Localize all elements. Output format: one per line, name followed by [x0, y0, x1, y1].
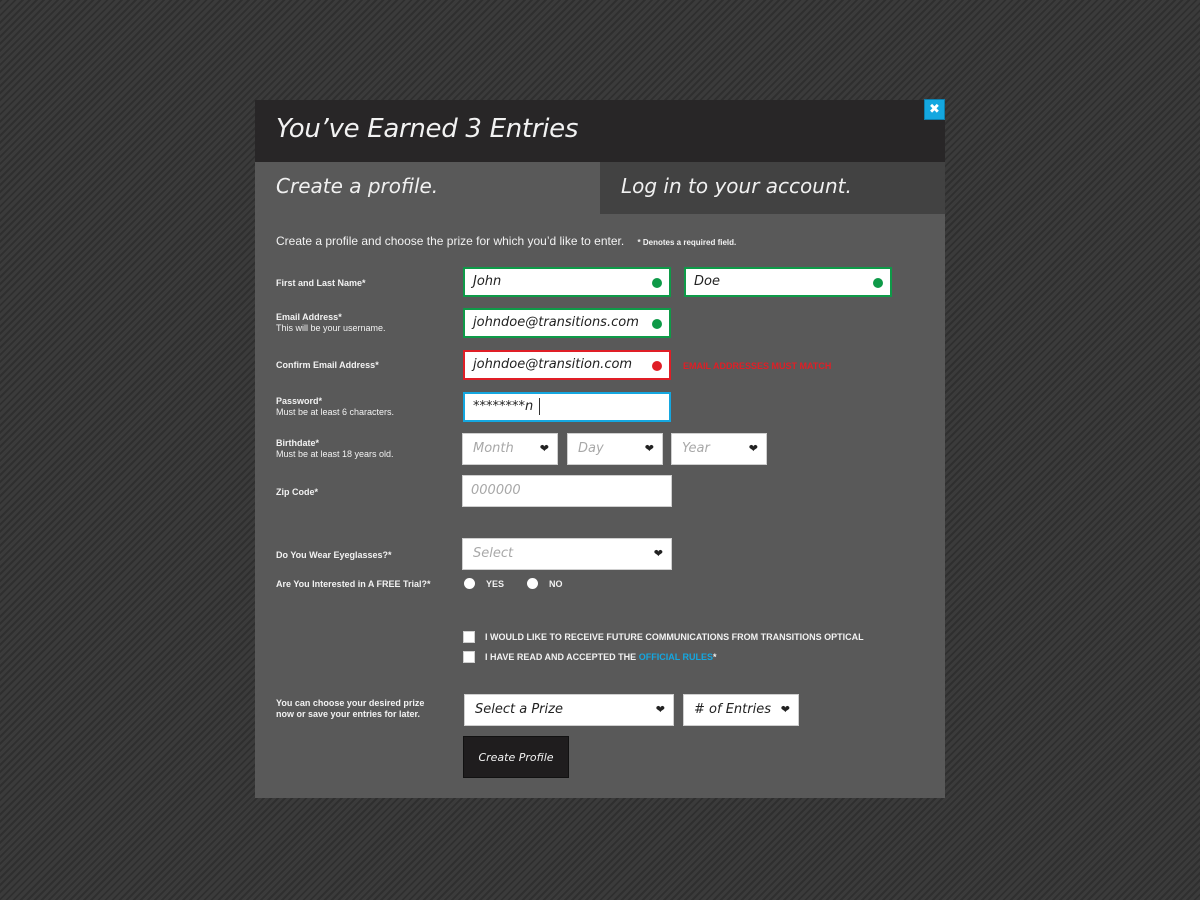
birth-month-select[interactable]: Month ❤ [462, 433, 558, 465]
zip-input[interactable]: 000000 [462, 475, 672, 507]
radio-no[interactable] [527, 578, 538, 589]
trial-no-option[interactable]: NO [527, 578, 563, 589]
first-name-input[interactable]: John [463, 267, 671, 297]
valid-indicator-icon [873, 278, 883, 288]
confirm-email-input[interactable]: johndoe@transition.com [463, 350, 671, 380]
zip-label: Zip Code* [276, 487, 318, 497]
valid-indicator-icon [652, 319, 662, 329]
email-mismatch-error: EMAIL ADDRESSES MUST MATCH [683, 361, 832, 371]
prize-select[interactable]: Select a Prize ❤ [464, 694, 674, 726]
valid-indicator-icon [652, 278, 662, 288]
birth-day-select[interactable]: Day ❤ [567, 433, 663, 465]
birth-year-select[interactable]: Year ❤ [671, 433, 767, 465]
entries-select[interactable]: # of Entries ❤ [683, 694, 799, 726]
name-label: First and Last Name* [276, 278, 366, 288]
trial-label: Are You Interested in A FREE Trial?* [276, 579, 431, 589]
chevron-down-icon: ❤ [539, 442, 549, 455]
trial-yes-option[interactable]: YES [464, 578, 504, 589]
profile-modal: You’ve Earned 3 Entries Create a profile… [255, 100, 945, 798]
password-input[interactable]: ********n [463, 392, 671, 422]
chevron-down-icon: ❤ [655, 703, 665, 716]
communications-checkbox[interactable] [463, 631, 475, 643]
intro-description: Create a profile and choose the prize fo… [276, 234, 625, 248]
required-note: * Denotes a required field. [637, 238, 737, 247]
intro-text: Create a profile and choose the prize fo… [276, 234, 736, 248]
prize-label: You can choose your desired prize now or… [276, 698, 425, 719]
last-name-input[interactable]: Doe [684, 267, 892, 297]
chevron-down-icon: ❤ [653, 547, 663, 560]
close-icon[interactable]: ✖ [924, 99, 945, 120]
communications-option[interactable]: I WOULD LIKE TO RECEIVE FUTURE COMMUNICA… [463, 631, 864, 643]
chevron-down-icon: ❤ [780, 703, 790, 716]
rules-option[interactable]: I HAVE READ AND ACCEPTED THE OFFICIAL RU… [463, 651, 717, 663]
modal-header: You’ve Earned 3 Entries [255, 100, 945, 162]
radio-yes[interactable] [464, 578, 475, 589]
error-indicator-icon [652, 361, 662, 371]
email-label: Email Address* This will be your usernam… [276, 312, 386, 333]
tab-login[interactable]: Log in to your account. [600, 162, 945, 214]
birthdate-label: Birthdate* Must be at least 18 years old… [276, 438, 394, 459]
password-label: Password* Must be at least 6 characters. [276, 396, 395, 417]
email-input[interactable]: johndoe@transitions.com [463, 308, 671, 338]
confirm-email-label: Confirm Email Address* [276, 360, 379, 370]
text-cursor [539, 398, 541, 415]
eyeglasses-label: Do You Wear Eyeglasses?* [276, 550, 392, 560]
chevron-down-icon: ❤ [644, 442, 654, 455]
rules-checkbox[interactable] [463, 651, 475, 663]
create-profile-button[interactable]: Create Profile [463, 736, 569, 778]
chevron-down-icon: ❤ [748, 442, 758, 455]
modal-title: You’ve Earned 3 Entries [276, 114, 579, 144]
official-rules-link[interactable]: OFFICIAL RULES [639, 652, 713, 662]
tab-create-profile[interactable]: Create a profile. [255, 162, 600, 214]
eyeglasses-select[interactable]: Select ❤ [462, 538, 672, 570]
